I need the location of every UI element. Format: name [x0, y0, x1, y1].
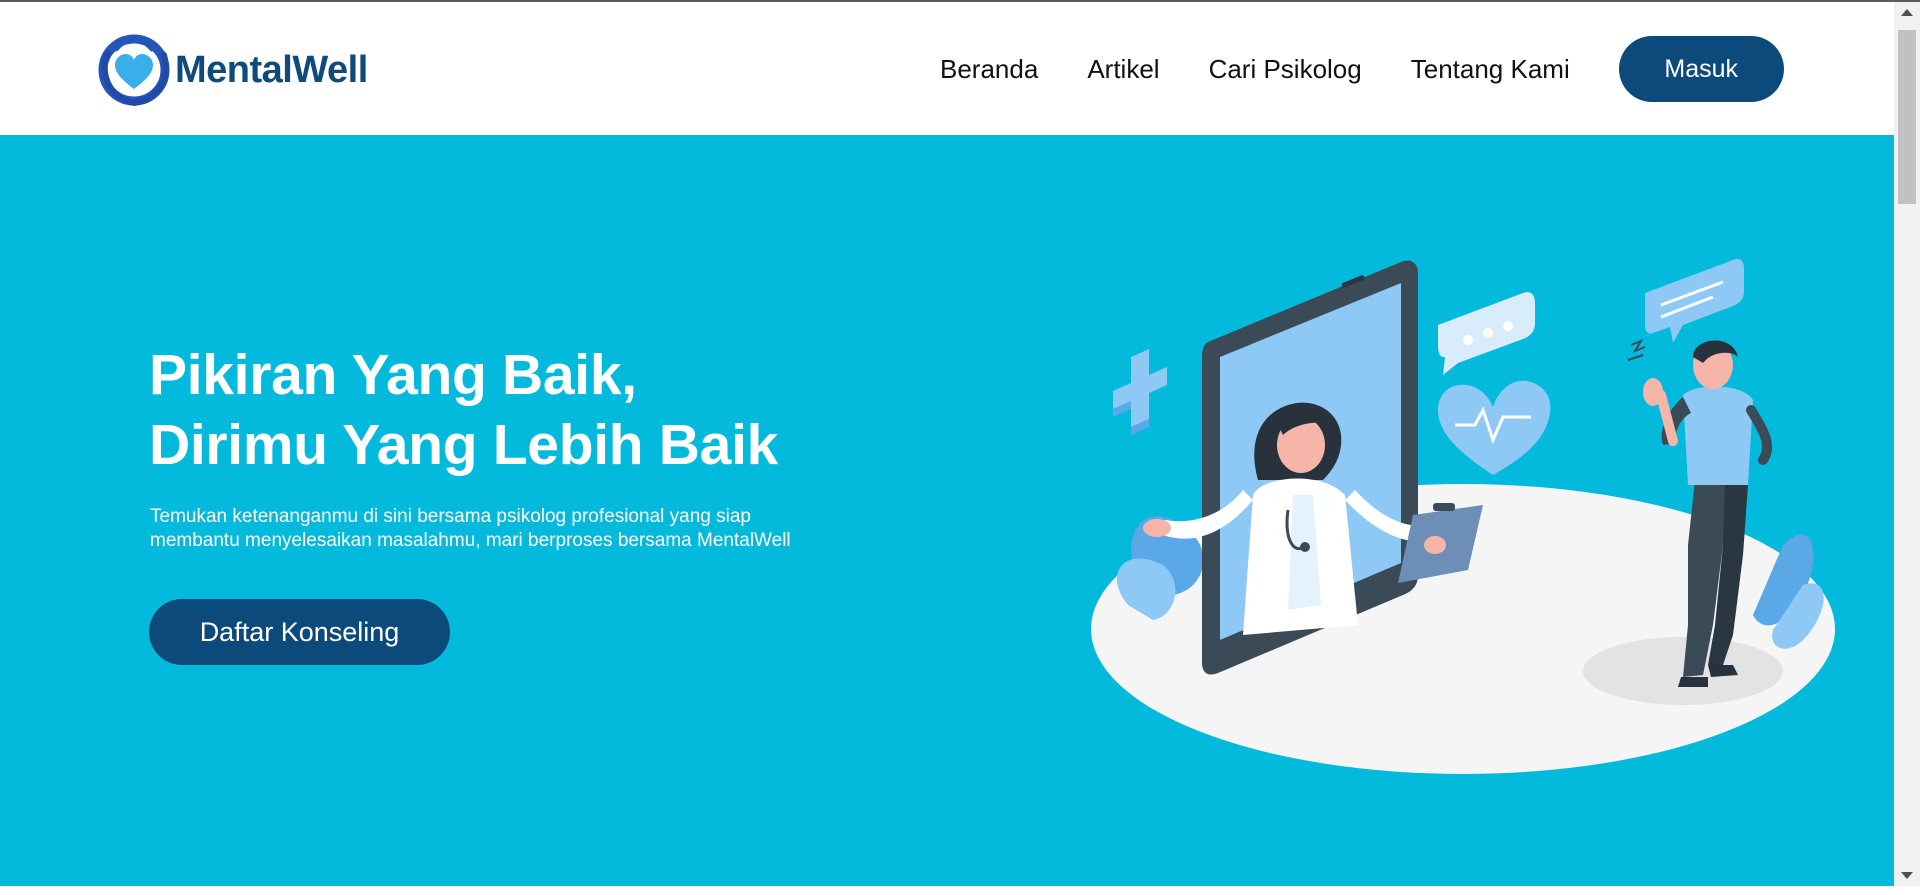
- nav-link-beranda[interactable]: Beranda: [940, 54, 1038, 85]
- nav-link-tentang-kami[interactable]: Tentang Kami: [1411, 54, 1570, 85]
- horizontal-scroll-track: [0, 886, 1894, 895]
- hero-description-line-2: membantu menyelesaikan masalahmu, mari b…: [150, 530, 791, 551]
- hero-description-line-1: Temukan ketenanganmu di sini bersama psi…: [150, 506, 751, 527]
- vertical-scrollbar[interactable]: [1894, 2, 1920, 886]
- brand-logo-link[interactable]: MentalWell: [96, 33, 368, 107]
- shadow-ellipse: [1583, 637, 1783, 705]
- main-nav: Beranda Artikel Cari Psikolog Tentang Ka…: [940, 36, 1784, 102]
- nav-link-cari-psikolog[interactable]: Cari Psikolog: [1209, 54, 1362, 85]
- scroll-up-arrow-icon[interactable]: [1901, 9, 1913, 16]
- scroll-down-arrow-icon[interactable]: [1901, 872, 1913, 879]
- hero-title-line-2: Dirimu Yang Lebih Baik: [149, 413, 779, 477]
- brand-name: MentalWell: [175, 48, 368, 91]
- page: MentalWell Beranda Artikel Cari Psikolog…: [0, 2, 1894, 886]
- stress-lines: [1627, 338, 1646, 361]
- speech-bubble-dots: [1438, 292, 1535, 375]
- online-psychologist-consultation-illustration: [1091, 259, 1835, 774]
- speech-bubble-lines: [1645, 259, 1744, 343]
- navbar: MentalWell Beranda Artikel Cari Psikolog…: [0, 2, 1894, 135]
- hero-description: Temukan ketenanganmu di sini bersama psi…: [150, 505, 870, 553]
- medical-cross-shape: [1113, 349, 1167, 435]
- scrollbar-thumb[interactable]: [1898, 30, 1916, 204]
- heart-pulse-shape: [1438, 380, 1551, 475]
- heart-hands-logo-icon: [98, 34, 170, 107]
- nav-link-artikel[interactable]: Artikel: [1087, 54, 1159, 85]
- hero-section: Pikiran Yang Baik, Dirimu Yang Lebih Bai…: [0, 135, 1894, 886]
- register-counseling-button[interactable]: Daftar Konseling: [149, 599, 450, 665]
- hero-title-line-1: Pikiran Yang Baik,: [149, 343, 637, 407]
- login-button[interactable]: Masuk: [1618, 36, 1784, 102]
- hero-title: Pikiran Yang Baik, Dirimu Yang Lebih Bai…: [149, 340, 778, 480]
